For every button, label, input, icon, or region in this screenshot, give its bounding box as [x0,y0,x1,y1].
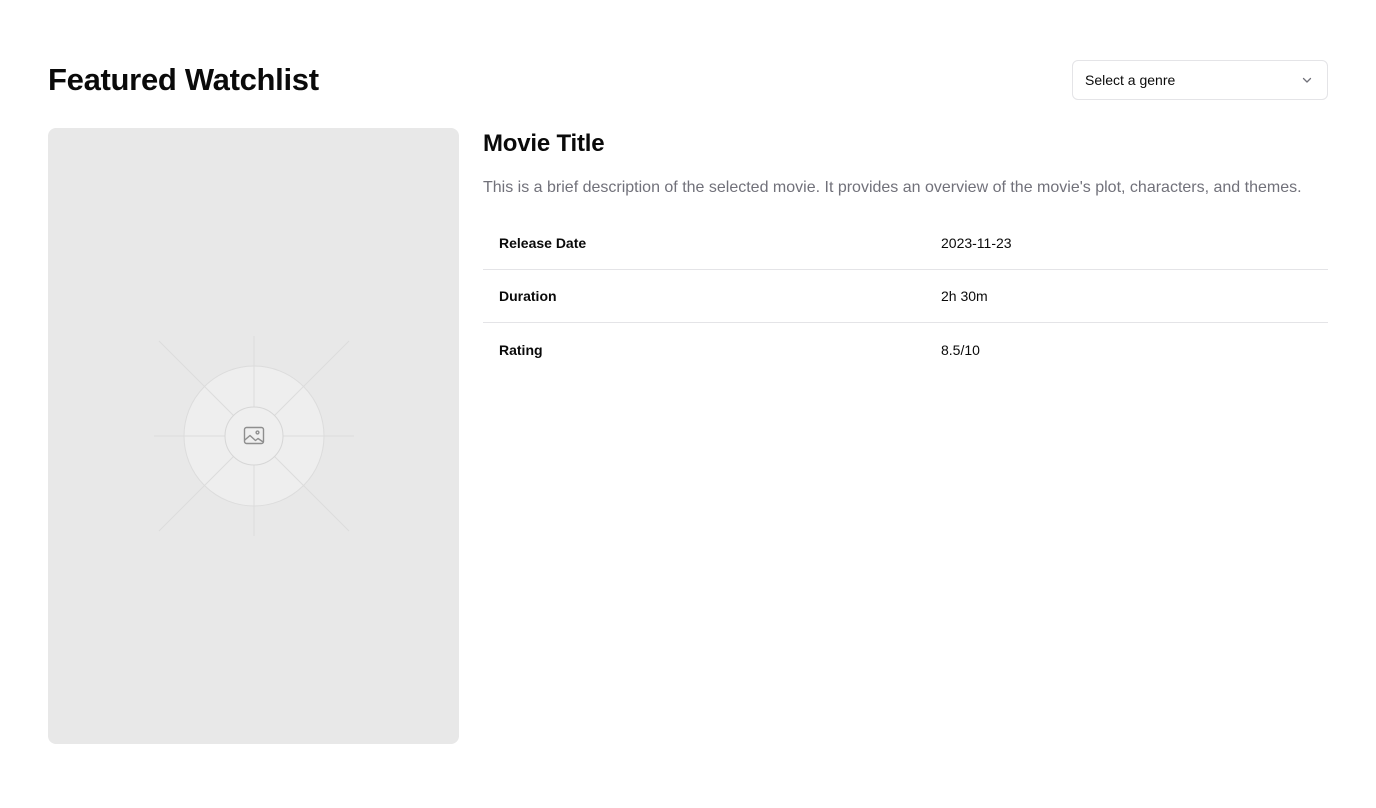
page-title: Featured Watchlist [48,62,319,97]
movie-description: This is a brief description of the selec… [483,179,1302,196]
genre-select-value: Select a genre [1085,72,1176,88]
release-date-label: Release Date [499,235,587,251]
genre-select[interactable]: Select a genre [1072,60,1328,100]
rating-label: Rating [499,341,543,358]
rating-value: 8.5/10 [941,341,980,358]
header: Featured Watchlist Select a genre [48,48,1328,120]
table-row: Release Date 2023-11-23 [483,217,1328,270]
movie-title: Movie Title [483,130,605,157]
movie-details: Movie Title This is a brief description … [483,128,1328,744]
duration-value: 2h 30m [941,288,988,304]
movie-content: Movie Title This is a brief description … [48,128,1328,744]
table-row: Rating 8.5/10 [483,323,1328,376]
movie-info-table: Release Date 2023-11-23 Duration 2h 30m … [483,217,1328,376]
release-date-value: 2023-11-23 [941,235,1012,251]
movie-poster [48,128,459,744]
image-placeholder-icon [153,336,354,536]
duration-label: Duration [499,288,557,304]
page: Featured Watchlist Select a genre Movie … [0,0,1376,808]
table-row: Duration 2h 30m [483,270,1328,323]
chevron-down-icon [1299,72,1315,88]
